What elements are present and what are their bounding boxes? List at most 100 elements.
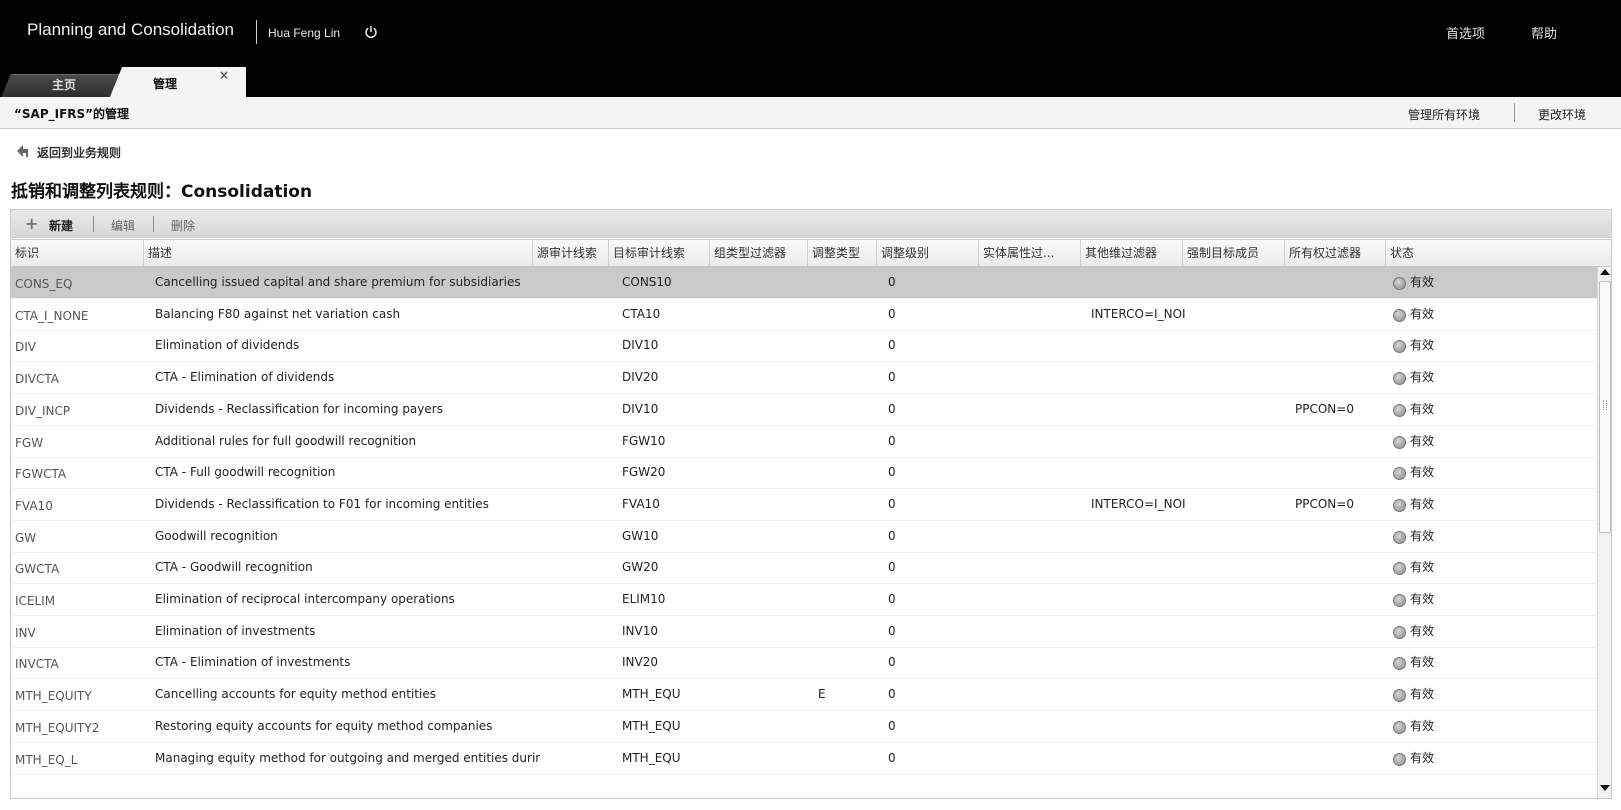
column-header-other-dimension-filter[interactable]: 其他维过滤器 — [1081, 240, 1183, 266]
table-row[interactable]: CONS_EQ Cancelling issued capital and sha… — [11, 267, 1597, 299]
cell-id: DIVCTA — [15, 372, 59, 386]
vertical-scrollbar[interactable] — [1597, 267, 1611, 798]
cell-adjustment-level: 0 — [888, 275, 896, 289]
cell-target-audit: INV20 — [622, 655, 658, 669]
cell-description: Dividends - Reclassification for incomin… — [155, 402, 443, 416]
change-environment-link[interactable]: 更改环境 — [1538, 106, 1586, 123]
cell-other-dimension-filter — [1091, 457, 1191, 489]
cell-target-audit: FGW10 — [622, 434, 666, 448]
tab-home[interactable]: 主页 — [0, 67, 129, 97]
cell-status: 有效 — [1393, 299, 1513, 331]
cell-target-audit: MTH_EQU — [622, 687, 681, 701]
status-text: 有效 — [1410, 307, 1435, 321]
cell-description: CTA - Goodwill recognition — [155, 560, 313, 574]
table-row[interactable]: MTH_EQUITY2 Restoring equity accounts for… — [11, 711, 1597, 743]
edit-button[interactable]: 编辑 — [111, 217, 135, 234]
cell-other-dimension-filter: INTERCO=I_NOI — [1091, 497, 1186, 511]
status-text: 有效 — [1410, 719, 1435, 733]
column-header-adjustment-type[interactable]: 调整类型 — [808, 240, 877, 266]
cell-description: Cancelling accounts for equity method en… — [155, 687, 436, 701]
scroll-down-icon[interactable] — [1600, 785, 1610, 791]
column-header-adjustment-level[interactable]: 调整级别 — [877, 240, 979, 266]
cell-target-audit: ELIM10 — [622, 592, 666, 606]
cell-adjustment-type — [818, 362, 878, 394]
status-text: 有效 — [1410, 624, 1435, 638]
scroll-up-icon[interactable] — [1600, 269, 1610, 275]
status-text: 有效 — [1410, 497, 1435, 511]
column-header-ownership-filter[interactable]: 所有权过滤器 — [1285, 240, 1386, 266]
column-header-entity-property[interactable]: 实体属性过... — [979, 240, 1081, 266]
status-indicator-icon — [1393, 531, 1406, 544]
back-link-label: 返回到业务规则 — [37, 146, 122, 160]
top-header-bar: Planning and Consolidation Hua Feng Lin … — [0, 0, 1621, 97]
table-row[interactable]: CTA_I_NONE Balancing F80 against net vari… — [11, 299, 1597, 331]
column-header-source-audit[interactable]: 源审计线索 — [533, 240, 609, 266]
cell-status: 有效 — [1393, 426, 1513, 458]
preferences-link[interactable]: 首选项 — [1446, 23, 1485, 42]
table-row[interactable]: FGWCTA CTA - Full goodwill recognition FGW… — [11, 457, 1597, 489]
tab-administration[interactable]: 管理 × — [109, 67, 246, 97]
table-row[interactable]: FVA10 Dividends - Reclassification to F01… — [11, 489, 1597, 521]
manage-all-environments-link[interactable]: 管理所有环境 — [1408, 106, 1480, 123]
cell-ownership-filter: PPCON=0 — [1295, 402, 1354, 416]
cell-ownership-filter — [1295, 552, 1395, 584]
cell-id: DIV — [15, 340, 36, 354]
column-header-id[interactable]: 标识 — [11, 240, 144, 266]
cell-adjustment-level: 0 — [888, 402, 896, 416]
delete-button[interactable]: 删除 — [171, 217, 195, 234]
cell-adjustment-level: 0 — [888, 465, 896, 479]
cell-other-dimension-filter — [1091, 552, 1191, 584]
toolbar-divider — [93, 216, 94, 232]
column-header-group-type-filter[interactable]: 组类型过滤器 — [710, 240, 808, 266]
status-text: 有效 — [1410, 338, 1435, 352]
table-row[interactable]: DIV_INCP Dividends - Reclassification for… — [11, 394, 1597, 426]
table-row[interactable]: FGW Additional rules for full goodwill re… — [11, 426, 1597, 458]
table-row[interactable]: MTH_EQUITY Cancelling accounts for equity… — [11, 679, 1597, 711]
cell-id: GWCTA — [15, 562, 60, 576]
cell-adjustment-level: 0 — [888, 592, 896, 606]
status-text: 有效 — [1410, 687, 1435, 701]
column-header-description[interactable]: 描述 — [144, 240, 533, 266]
table-row[interactable]: DIVCTA CTA - Elimination of dividends DIV2… — [11, 362, 1597, 394]
cell-status: 有效 — [1393, 394, 1513, 426]
table-row[interactable]: INVCTA CTA - Elimination of investments IN… — [11, 647, 1597, 679]
table-row[interactable]: GW Goodwill recognition GW10 0 有效 — [11, 521, 1597, 553]
power-icon[interactable] — [364, 25, 378, 39]
cell-adjustment-level: 0 — [888, 560, 896, 574]
status-indicator-icon — [1393, 499, 1406, 512]
environment-title: “SAP_IFRS”的管理 — [14, 107, 130, 121]
environment-bar: “SAP_IFRS”的管理 管理所有环境 更改环境 — [0, 97, 1621, 129]
cell-other-dimension-filter — [1091, 584, 1191, 616]
status-indicator-icon — [1393, 372, 1406, 385]
table-row[interactable]: MTH_EQ_L Managing equity method for outgo… — [11, 743, 1597, 775]
column-header-status[interactable]: 状态 — [1386, 240, 1611, 266]
status-text: 有效 — [1410, 751, 1435, 765]
cell-status: 有效 — [1393, 584, 1513, 616]
cell-target-audit: MTH_EQU — [622, 751, 681, 765]
table-row[interactable]: INV Elimination of investments INV10 0 有效 — [11, 616, 1597, 648]
plus-icon: + — [25, 214, 39, 233]
new-button-label: 新建 — [49, 219, 74, 233]
status-indicator-icon — [1393, 309, 1406, 322]
table-row[interactable]: DIV Elimination of dividends DIV10 0 有效 — [11, 330, 1597, 362]
cell-adjustment-level: 0 — [888, 655, 896, 669]
cell-ownership-filter — [1295, 679, 1395, 711]
help-link[interactable]: 帮助 — [1531, 23, 1557, 42]
cell-status: 有效 — [1393, 711, 1513, 743]
cell-ownership-filter — [1295, 616, 1395, 648]
user-name[interactable]: Hua Feng Lin — [268, 26, 340, 40]
table-row[interactable]: ICELIM Elimination of reciprocal intercom… — [11, 584, 1597, 616]
column-header-force-target-member[interactable]: 强制目标成员 — [1183, 240, 1285, 266]
status-text: 有效 — [1410, 592, 1435, 606]
table-row[interactable]: GWCTA CTA - Goodwill recognition GW20 0 有效 — [11, 552, 1597, 584]
cell-adjustment-type — [818, 426, 878, 458]
tab-close-icon[interactable]: × — [219, 68, 229, 82]
cell-status: 有效 — [1393, 679, 1513, 711]
cell-id: MTH_EQ_L — [15, 753, 78, 767]
scrollbar-thumb[interactable] — [1599, 281, 1611, 533]
column-header-target-audit[interactable]: 目标审计线索 — [609, 240, 710, 266]
status-indicator-icon — [1393, 340, 1406, 353]
cell-id: DIV_INCP — [15, 404, 71, 418]
back-arrow-icon — [17, 145, 28, 157]
cell-ownership-filter — [1295, 711, 1395, 743]
